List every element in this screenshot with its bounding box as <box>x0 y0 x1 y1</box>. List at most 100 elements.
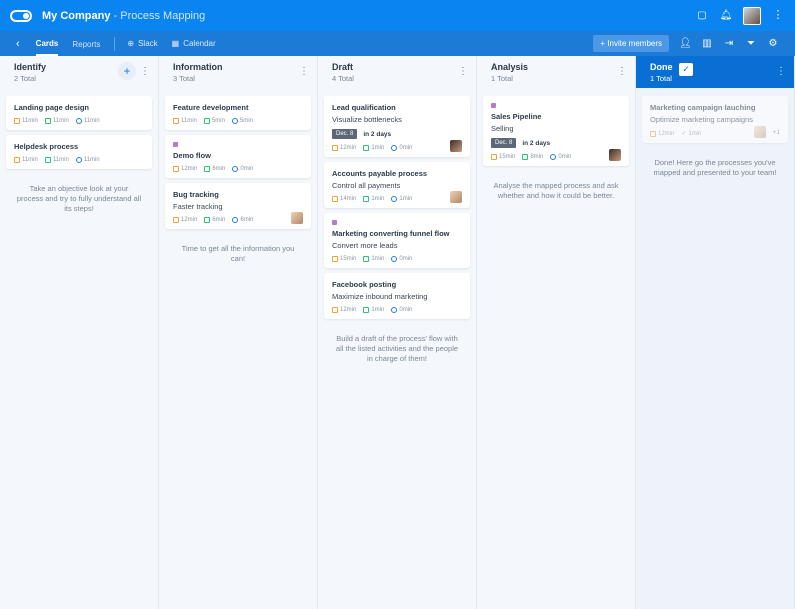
metric-value: 0min <box>399 256 413 262</box>
slack-link[interactable]: ⊕ Slack <box>127 39 157 48</box>
cycle-icon <box>391 145 398 151</box>
assignee-avatar[interactable] <box>754 126 766 138</box>
card[interactable]: Accounts payable process Control all pay… <box>324 162 470 208</box>
column-menu-icon[interactable]: ⋮ <box>776 66 786 77</box>
metric-value: 11min <box>83 118 100 124</box>
card-subtitle: Optimize marketing campaigns <box>650 115 753 124</box>
timer-icon <box>14 157 20 163</box>
chat-icon[interactable]: ▢ <box>695 9 709 23</box>
card[interactable]: Landing page design 11min 11min 11min <box>6 96 152 130</box>
card[interactable]: Helpdesk process 11min 11min 11min <box>6 135 152 169</box>
due-date-badge: Dec. 8 <box>332 129 358 139</box>
back-chevron-icon[interactable]: ‹ <box>16 38 20 50</box>
user-icon[interactable]: 👤︎ <box>679 38 692 49</box>
tab-cards[interactable]: Cards <box>35 31 59 56</box>
checkbox-icon <box>203 118 210 124</box>
column-hint: Analyse the mapped process and ask wheth… <box>493 181 619 201</box>
card-title: Feature development <box>173 103 249 112</box>
metric-value: 12min <box>181 217 198 223</box>
cycle-icon <box>391 307 398 313</box>
check-icon: ✓ <box>681 131 687 137</box>
assignee-avatar[interactable] <box>609 149 621 161</box>
metric-value: 1min <box>371 145 385 151</box>
calendar-label: Calendar <box>183 39 216 48</box>
card[interactable]: Bug tracking Faster tracking 12min 6min … <box>165 183 311 229</box>
export-icon[interactable]: ⇥ <box>723 38 735 49</box>
timer-icon <box>173 118 179 124</box>
invite-members-button[interactable]: + Invite members <box>593 35 669 52</box>
metric-value: 5min <box>211 118 225 124</box>
column-title: Draft <box>332 62 354 72</box>
metric-value: 1min <box>371 196 385 202</box>
metric-value: 6min <box>212 217 226 223</box>
metric-value: 1min <box>399 196 413 202</box>
page-name: Process Mapping <box>120 9 206 22</box>
tab-reports[interactable]: Reports <box>72 32 100 55</box>
metric-value: 11min <box>52 157 69 163</box>
more-assignees-count: +1 <box>772 129 780 136</box>
metric-value: 6min <box>212 166 226 172</box>
column-menu-icon[interactable]: ⋮ <box>617 66 627 77</box>
metric-value: 15min <box>340 256 357 262</box>
more-options-icon[interactable]: ⋮ <box>771 9 785 23</box>
card-subtitle: Maximize inbound marketing <box>332 292 428 301</box>
metric-value: 1min <box>371 256 385 262</box>
nav-divider <box>114 36 116 51</box>
timer-icon <box>14 118 20 124</box>
cycle-icon <box>391 196 398 202</box>
card[interactable]: Demo flow 12min 6min 0min <box>165 135 311 178</box>
assignee-avatar[interactable] <box>291 212 303 224</box>
due-text: in 2 days <box>363 130 392 138</box>
column-hint: Done! Here go the processes you've mappe… <box>653 158 777 178</box>
done-check-icon[interactable]: ✓ <box>679 63 693 76</box>
card-subtitle: Visualize bottlenecks <box>332 115 402 124</box>
company-name: My Company <box>42 9 111 22</box>
column-total: 3 Total <box>173 74 195 83</box>
timer-icon <box>173 217 179 223</box>
assignee-avatar[interactable] <box>450 140 462 152</box>
checkbox-icon <box>44 118 51 124</box>
card-title: Helpdesk process <box>14 142 79 151</box>
card-title: Marketing converting funnel flow <box>332 229 450 238</box>
card[interactable]: Marketing campaign lauching Optimize mar… <box>642 96 788 143</box>
calendar-link[interactable]: ▦ Calendar <box>172 39 216 48</box>
settings-gear-icon[interactable]: ⚙ <box>767 38 779 49</box>
user-avatar[interactable] <box>743 6 761 25</box>
column-title: Done <box>650 62 673 72</box>
card-subtitle: Faster tracking <box>173 202 223 211</box>
checkbox-icon <box>363 145 370 151</box>
metric-value: 14min <box>340 196 357 202</box>
bell-icon[interactable]: 🔔︎ <box>719 9 733 23</box>
card-title: Facebook posting <box>332 280 397 289</box>
slack-label: Slack <box>138 39 158 48</box>
card[interactable]: Feature development 11min 5min 5min <box>165 96 311 130</box>
filter-icon[interactable]: ⏷ <box>745 38 757 49</box>
card[interactable]: Facebook posting Maximize inbound market… <box>324 273 470 319</box>
cycle-icon <box>75 157 82 163</box>
column-total: 4 Total <box>332 74 354 83</box>
column-menu-icon[interactable]: ⋮ <box>299 66 309 77</box>
card[interactable]: Lead qualification Visualize bottlenecks… <box>324 96 470 157</box>
timer-icon <box>650 130 656 137</box>
card[interactable]: Marketing converting funnel flow Convert… <box>324 213 470 268</box>
column-information: Information 3 Total ⋮ Feature developmen… <box>159 56 318 609</box>
column-menu-icon[interactable]: ⋮ <box>140 66 150 77</box>
card[interactable]: Sales Pipeline Selling Dec. 8 in 2 days … <box>483 96 629 166</box>
metric-value: 15min <box>499 154 516 160</box>
toggle-logo-icon[interactable] <box>10 9 32 22</box>
metric-value: 12min <box>340 307 357 313</box>
metric-value: 5min <box>239 118 253 124</box>
add-card-button[interactable]: + <box>118 62 136 80</box>
column-menu-icon[interactable]: ⋮ <box>458 66 468 77</box>
bar-chart-icon[interactable]: ▥ <box>701 38 713 49</box>
metric-value: 8min <box>530 154 544 160</box>
column-analysis: Analysis 1 Total ⋮ Sales Pipeline Sellin… <box>477 56 636 609</box>
metric-value: 0min <box>558 154 572 160</box>
due-date-badge: Dec. 8 <box>491 138 517 148</box>
column-title: Analysis <box>491 62 529 72</box>
metric-value: 11min <box>83 157 100 163</box>
assignee-avatar[interactable] <box>450 191 462 203</box>
metric-value: 12min <box>658 130 675 137</box>
timer-icon <box>491 154 497 160</box>
sub-nav-bar: ‹ Cards Reports ⊕ Slack ▦ Calendar + Inv… <box>0 31 795 56</box>
